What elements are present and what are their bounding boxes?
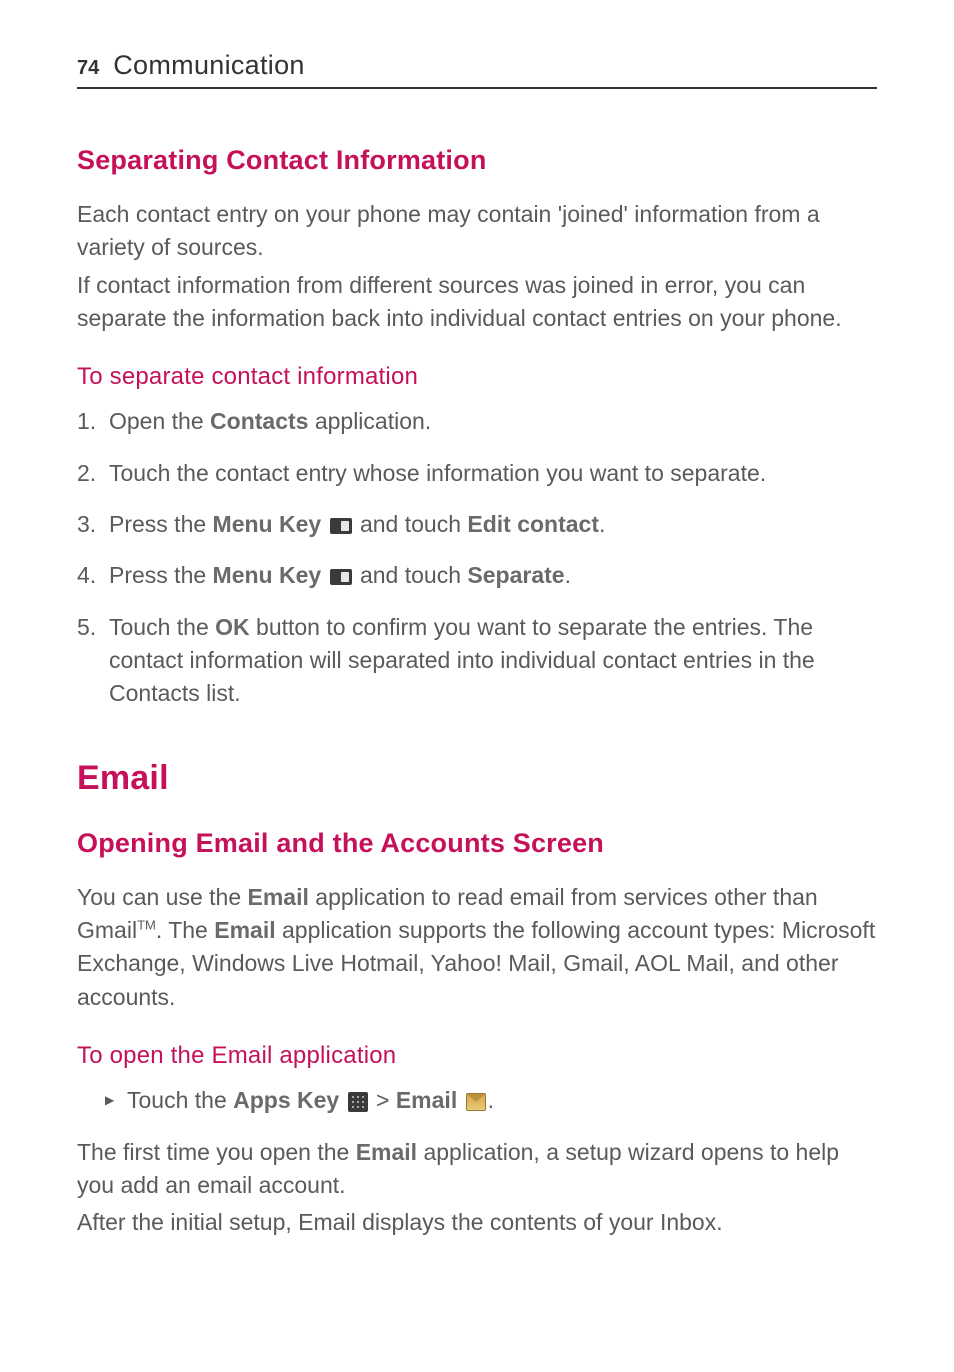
text-bold: Menu Key xyxy=(213,562,322,588)
trademark-symbol: TM xyxy=(137,917,156,932)
step-1: Open the Contacts application. xyxy=(77,405,877,438)
text: . xyxy=(565,562,571,588)
text: > xyxy=(370,1087,396,1113)
text-bold: Edit contact xyxy=(467,511,599,537)
text: application. xyxy=(308,408,431,434)
apps-key-icon xyxy=(348,1092,368,1112)
text-bold: Menu Key xyxy=(213,511,322,537)
text-bold: Contacts xyxy=(210,408,308,434)
step-4: Press the Menu Key and touch Separate. xyxy=(77,559,877,592)
text-bold: OK xyxy=(215,614,250,640)
bullet-step: Touch the Apps Key > Email . xyxy=(77,1084,877,1117)
paragraph: You can use the Email application to rea… xyxy=(77,881,877,1014)
paragraph: Each contact entry on your phone may con… xyxy=(77,198,877,265)
text-bold: Separate xyxy=(467,562,564,588)
text: Touch the xyxy=(109,614,215,640)
chapter-title: Communication xyxy=(113,50,304,81)
menu-key-icon xyxy=(330,518,352,534)
heading-opening-email: Opening Email and the Accounts Screen xyxy=(77,828,877,859)
text: The first time you open the xyxy=(77,1139,356,1165)
subheading-to-open-email: To open the Email application xyxy=(77,1042,877,1070)
text: Open the xyxy=(109,408,210,434)
text: Press the xyxy=(109,562,213,588)
paragraph: After the initial setup, Email displays … xyxy=(77,1206,877,1239)
text: . The xyxy=(156,917,214,943)
text: . xyxy=(599,511,605,537)
text-bold: Apps Key xyxy=(233,1087,339,1113)
subheading-to-separate: To separate contact information xyxy=(77,363,877,391)
steps-list: Open the Contacts application. Touch the… xyxy=(77,405,877,710)
text: Touch the xyxy=(127,1087,233,1113)
step-5: Touch the OK button to confirm you want … xyxy=(77,611,877,711)
step-2: Touch the contact entry whose informatio… xyxy=(77,457,877,490)
text: You can use the xyxy=(77,884,248,910)
text-bold: Email xyxy=(248,884,309,910)
heading-separating-contact: Separating Contact Information xyxy=(77,145,877,176)
page-number: 74 xyxy=(77,57,99,80)
heading-email: Email xyxy=(77,759,877,798)
step-3: Press the Menu Key and touch Edit contac… xyxy=(77,508,877,541)
text-bold: Email xyxy=(356,1139,417,1165)
text-bold: Email xyxy=(396,1087,457,1113)
email-icon xyxy=(466,1093,486,1111)
text: Press the xyxy=(109,511,213,537)
page-header: 74 Communication xyxy=(77,50,877,89)
text-bold: Email xyxy=(214,917,275,943)
menu-key-icon xyxy=(330,569,352,585)
text: and touch xyxy=(354,511,468,537)
paragraph: If contact information from different so… xyxy=(77,269,877,336)
text: and touch xyxy=(354,562,468,588)
text: . xyxy=(488,1087,494,1113)
paragraph: The first time you open the Email applic… xyxy=(77,1136,877,1203)
document-page: 74 Communication Separating Contact Info… xyxy=(0,0,954,1304)
